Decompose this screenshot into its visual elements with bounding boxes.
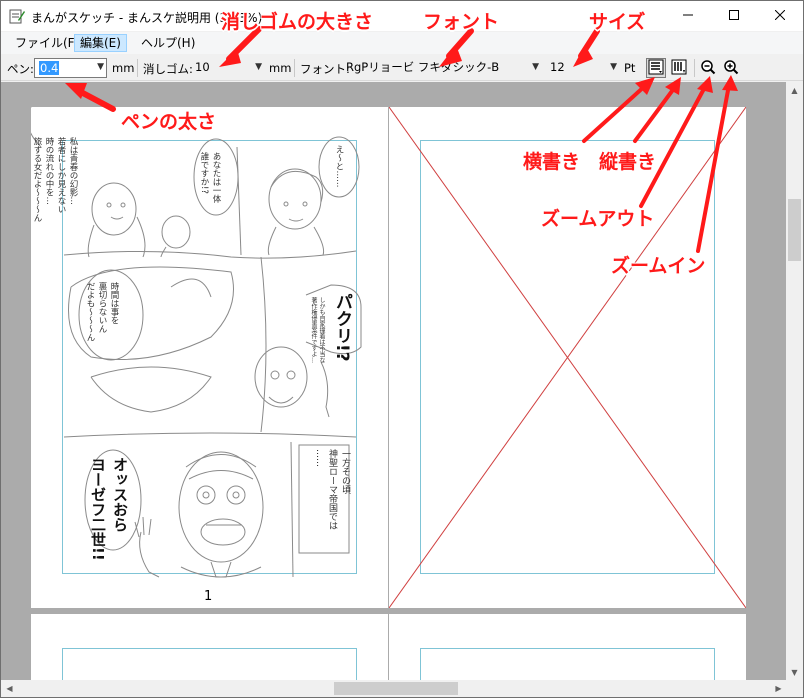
menu-edit[interactable]: 編集(E) xyxy=(74,34,127,52)
maximize-icon xyxy=(729,9,739,23)
app-icon xyxy=(9,8,25,24)
speech-line: 若者にしか見えない xyxy=(56,137,66,214)
title-bar[interactable]: まんがスケッチ - まんスケ説明用 (33.3%) xyxy=(1,1,803,31)
font-size-value: 12 xyxy=(550,60,565,74)
annotation-horizontal: 横書き xyxy=(523,151,581,173)
eraser-size-select[interactable]: 10 ▼ xyxy=(191,58,265,78)
speech-line: だよも～～～ん xyxy=(85,282,95,342)
annotation-font: フォント xyxy=(423,11,500,33)
horizontal-scroll-thumb[interactable] xyxy=(334,682,458,695)
annotation-zoom-out: ズームアウト xyxy=(541,208,655,230)
scroll-left-icon[interactable]: ◀ xyxy=(1,680,18,697)
vertical-scrollbar[interactable]: ▲ ▼ xyxy=(786,82,803,681)
menu-help[interactable]: ヘルプ(H) xyxy=(135,34,201,52)
minimize-button[interactable] xyxy=(665,1,711,31)
eraser-label: 消しゴム: xyxy=(143,62,193,76)
page-number: 1 xyxy=(204,589,213,604)
speech-text: 時間は事を 裏切らないん だよも～～～ん xyxy=(84,282,120,362)
horizontal-text-button[interactable] xyxy=(646,58,666,78)
speech-line: 時間は事を xyxy=(109,282,119,325)
speech-text: 私は青春の幻影… 若者にしか見えない 時の流れの中を… 旅する女だよ～～～ん xyxy=(31,137,79,247)
manga-page-1[interactable]: 私は青春の幻影… 若者にしか見えない 時の流れの中を… 旅する女だよ～～～ん あ… xyxy=(31,107,388,608)
speech-line: 一方その頃 xyxy=(340,449,350,494)
speech-text: しかも自家撞着は不当な 著作権侵害案件ですよ… xyxy=(309,297,325,363)
font-size-select[interactable]: 12 ▼ xyxy=(546,58,620,78)
minimize-icon xyxy=(683,9,693,23)
speech-text: パクリ!? xyxy=(332,293,352,362)
app-window: まんがスケッチ - まんスケ説明用 (33.3%) ファイル(F) 編集(E) … xyxy=(0,0,804,698)
font-value: RgPリョービ フキダシック-B xyxy=(346,60,500,74)
font-select[interactable]: RgPリョービ フキダシック-B ▼ xyxy=(342,58,542,78)
speech-line: 私は青春の幻影… xyxy=(68,137,78,205)
close-icon xyxy=(774,9,786,23)
zoom-out-icon xyxy=(700,59,716,78)
scroll-up-icon[interactable]: ▲ xyxy=(786,82,803,99)
chevron-down-icon: ▼ xyxy=(532,62,539,72)
speech-line: 著作権侵害案件ですよ… xyxy=(310,297,317,363)
speech-line: 時の流れの中を… xyxy=(44,137,54,205)
pen-width-dropdown[interactable]: ▼ xyxy=(91,58,107,78)
speech-text: え～と…… xyxy=(333,145,345,195)
page-guide xyxy=(62,648,357,681)
eraser-size-value: 10 xyxy=(195,60,210,74)
canvas-area[interactable]: 私は青春の幻影… 若者にしか見えない 時の流れの中を… 旅する女だよ～～～ん あ… xyxy=(1,82,787,681)
annotation-vertical: 縦書き xyxy=(599,151,657,173)
speech-line: オッスおら xyxy=(111,457,129,532)
speech-text: オッスおら ヨーゼフ二世!! xyxy=(87,457,131,567)
menu-bar: ファイル(F) 編集(E) ヘルプ(H) xyxy=(1,32,803,54)
chevron-down-icon: ▼ xyxy=(255,62,262,72)
speech-text: 一方その頃 神聖ローマ帝国では …… xyxy=(312,449,351,549)
zoom-in-icon xyxy=(723,59,739,78)
scroll-right-icon[interactable]: ▶ xyxy=(770,680,787,697)
speech-line: …… xyxy=(314,449,324,467)
toolbar: ペン: 0.4 ▼ mm 消しゴム: 10 ▼ mm フォント: RgPリョービ… xyxy=(1,55,803,81)
speech-text: あなたは一体 誰ですか!? xyxy=(198,152,222,232)
manga-page-4[interactable] xyxy=(389,614,746,681)
pen-unit: mm xyxy=(112,61,135,75)
speech-line: 誰ですか!? xyxy=(199,152,209,194)
chevron-down-icon: ▼ xyxy=(610,62,617,72)
horizontal-scrollbar[interactable]: ◀ ▶ xyxy=(1,680,787,697)
speech-line: 裏切らないん xyxy=(97,282,107,333)
zoom-out-button[interactable] xyxy=(698,58,718,78)
eraser-unit: mm xyxy=(269,61,292,75)
chevron-down-icon: ▼ xyxy=(97,62,104,72)
resize-grip[interactable] xyxy=(786,680,803,697)
zoom-in-button[interactable] xyxy=(721,58,741,78)
speech-line: 神聖ローマ帝国では xyxy=(327,449,337,530)
maximize-button[interactable] xyxy=(711,1,757,31)
blank-page-cross xyxy=(389,107,746,608)
close-button[interactable] xyxy=(757,1,803,31)
manga-page-2[interactable] xyxy=(389,107,746,608)
vertical-text-button[interactable] xyxy=(669,58,689,78)
annotation-eraser-size: 消しゴムの大きさ xyxy=(221,11,374,33)
vertical-text-icon xyxy=(671,59,687,78)
horizontal-text-icon xyxy=(648,59,664,78)
speech-line: ヨーゼフ二世!! xyxy=(89,457,107,561)
page-guide xyxy=(420,648,715,681)
speech-line: あなたは一体 xyxy=(211,152,221,203)
annotation-pen-width: ペンの太さ xyxy=(121,111,217,133)
font-size-unit: Pt xyxy=(624,61,636,75)
manga-page-3[interactable] xyxy=(31,614,388,681)
pen-width-value: 0.4 xyxy=(39,61,60,75)
vertical-scroll-thumb[interactable] xyxy=(788,199,801,261)
pen-label: ペン: xyxy=(7,62,34,76)
toolbar-divider xyxy=(294,59,295,77)
speech-line: しかも自家撞着は不当な xyxy=(318,297,325,363)
toolbar-divider xyxy=(137,59,138,77)
speech-line: 旅する女だよ～～～ん xyxy=(32,137,42,222)
scroll-down-icon[interactable]: ▼ xyxy=(786,664,803,681)
annotation-size: サイズ xyxy=(589,11,646,33)
speech-line: え～と…… xyxy=(334,145,344,188)
annotation-zoom-in: ズームイン xyxy=(611,255,706,277)
toolbar-divider xyxy=(694,59,695,77)
